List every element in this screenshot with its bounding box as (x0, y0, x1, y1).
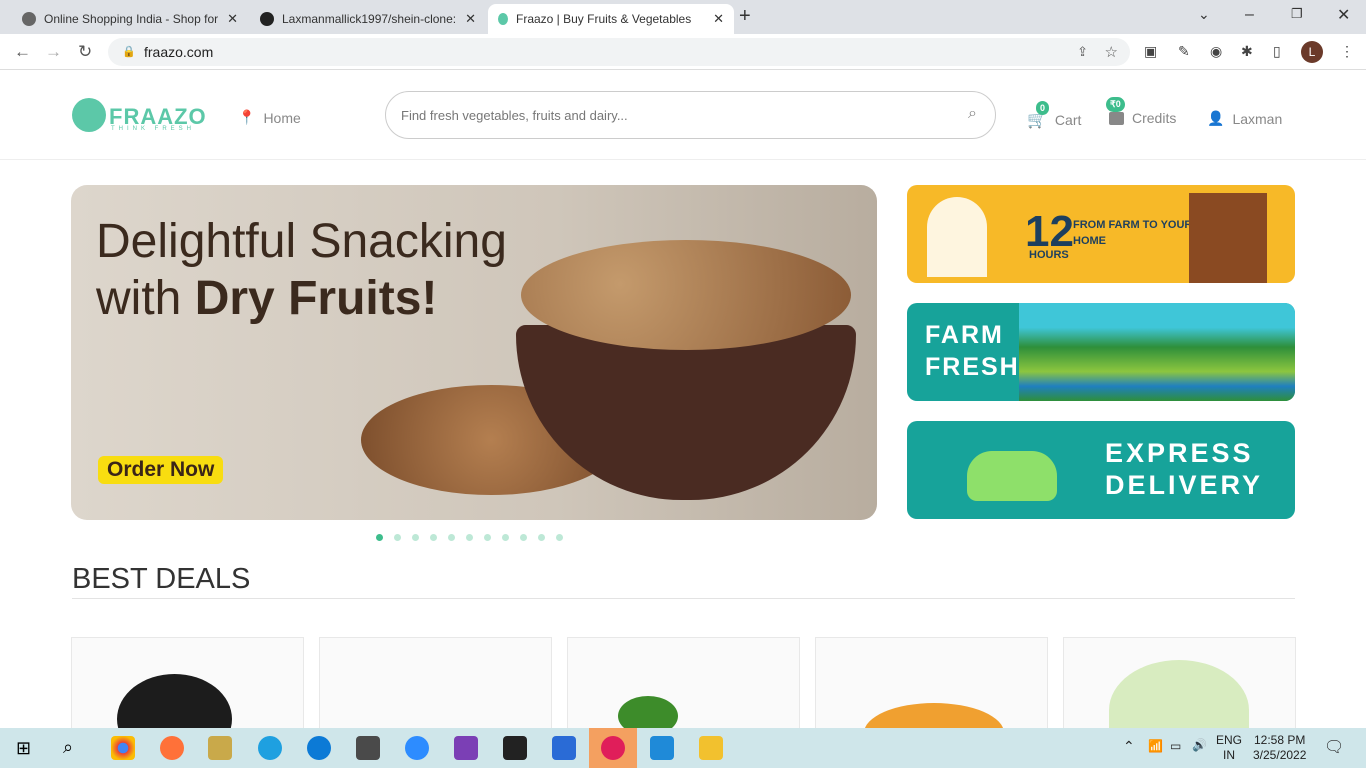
carousel-dot[interactable] (430, 534, 437, 541)
banner-12-hours[interactable]: 12 HOURS FROM FARM TO YOUR HOME (907, 185, 1295, 283)
farmer-illustration (927, 197, 987, 277)
cart-button[interactable]: 🛒 Cart 0 (1027, 101, 1081, 130)
tab-search-icon[interactable]: ⌄ (1198, 6, 1210, 23)
user-account-button[interactable]: 👤 Laxman (1207, 110, 1282, 127)
search-input[interactable]: Find fresh vegetables, fruits and dairy.… (385, 91, 996, 139)
carousel-dot[interactable] (502, 534, 509, 541)
restore-button[interactable]: ❐ (1291, 6, 1303, 22)
farm-illustration (1019, 303, 1295, 401)
back-button[interactable]: ← (14, 42, 31, 62)
fraazo-favicon-icon (498, 13, 508, 25)
divider (72, 598, 1295, 599)
product-card[interactable] (319, 637, 552, 737)
profile-avatar[interactable]: L (1301, 41, 1323, 63)
zoom-icon[interactable] (405, 736, 429, 760)
reload-button[interactable]: ↻ (78, 42, 92, 62)
map-pin-icon: 📍 (238, 109, 256, 125)
carousel-dot[interactable] (556, 534, 563, 541)
edge-icon[interactable] (307, 736, 331, 760)
user-icon: 👤 (1207, 110, 1225, 126)
windows-start-icon[interactable]: ⊞ (16, 738, 31, 759)
carousel-dot[interactable] (376, 534, 383, 541)
logo-icon (72, 98, 106, 132)
wallet-icon (1109, 111, 1124, 125)
carousel-dot[interactable] (412, 534, 419, 541)
pen-extension-icon[interactable]: ✎ (1178, 43, 1190, 60)
github-icon (260, 12, 274, 26)
share-icon[interactable]: ⇪ (1077, 44, 1088, 60)
battery-icon[interactable]: ▭ (1170, 739, 1181, 753)
tab-github[interactable]: Laxmanmallick1997/shein-clone: ✕ (250, 4, 486, 34)
tab-strip: Online Shopping India - Shop for ✕ Laxman… (0, 0, 1366, 34)
door-illustration (1189, 193, 1267, 283)
close-tab-icon[interactable]: ✕ (465, 11, 476, 27)
lock-icon: 🔒 (122, 46, 136, 58)
vscode-icon[interactable] (650, 736, 674, 760)
firefox-icon[interactable] (160, 736, 184, 760)
address-bar-row: ← → ↻ 🔒 fraazo.com ⇪ ☆ ▣ ✎ ◉ ✱ ▯ L ⋮ (0, 34, 1366, 70)
chrome-icon[interactable] (111, 736, 135, 760)
hero-banner[interactable]: Delightful Snacking with Dry Fruits! Orde… (71, 185, 877, 520)
selenium-extension-icon[interactable]: ▣ (1144, 43, 1157, 60)
language-indicator[interactable]: ENG IN (1216, 733, 1242, 763)
order-now-button[interactable]: Order Now (98, 456, 224, 484)
file-explorer-icon[interactable] (699, 736, 723, 760)
url-input[interactable]: 🔒 fraazo.com ⇪ ☆ (108, 38, 1130, 66)
record-extension-icon[interactable]: ◉ (1210, 43, 1222, 60)
scooter-illustration (967, 451, 1057, 501)
windows-taskbar: ⊞ ⌕ ⌃ 📶 ▭ 🔊 ENG IN 12:58 PM 3/25/2022 🗨 (0, 728, 1366, 768)
slack-icon (601, 736, 625, 760)
credits-button[interactable]: Credits ₹0 (1106, 97, 1176, 126)
close-tab-icon[interactable]: ✕ (227, 11, 238, 27)
notifications-icon[interactable]: 🗨 (1324, 737, 1344, 757)
extensions-puzzle-icon[interactable]: ✱ (1241, 43, 1253, 60)
tab-online-shopping[interactable]: Online Shopping India - Shop for ✕ (12, 4, 248, 34)
carousel-dots (376, 534, 563, 541)
forward-button[interactable]: → (45, 42, 62, 62)
location-selector[interactable]: 📍 Home (238, 109, 301, 126)
dry-fruits-image (521, 240, 851, 350)
menu-icon[interactable]: ⋮ (1340, 43, 1354, 60)
banner-express-delivery[interactable]: EXPRESS DELIVERY (907, 421, 1295, 519)
product-card[interactable] (71, 637, 304, 764)
wifi-icon[interactable]: 📶 (1148, 739, 1163, 753)
new-tab-button[interactable]: + (739, 5, 751, 28)
carousel-dot[interactable] (394, 534, 401, 541)
mail-app-icon[interactable] (503, 736, 527, 760)
bookmark-star-icon[interactable]: ☆ (1105, 43, 1118, 61)
search-icon[interactable]: ⌕ (968, 105, 977, 123)
slack-taskbar-button[interactable] (589, 728, 637, 768)
cart-count-badge: 0 (1036, 101, 1050, 115)
visual-studio-icon[interactable] (454, 736, 478, 760)
carousel-dot[interactable] (538, 534, 545, 541)
carousel-dot[interactable] (520, 534, 527, 541)
product-card[interactable] (1063, 637, 1296, 760)
show-hidden-icons[interactable]: ⌃ (1123, 738, 1135, 755)
product-card[interactable] (815, 637, 1048, 763)
tab-fraazo[interactable]: Fraazo | Buy Fruits & Vegetables ✕ (488, 4, 734, 34)
carousel-dot[interactable] (448, 534, 455, 541)
volume-icon[interactable]: 🔊 (1192, 738, 1207, 752)
internet-explorer-icon[interactable] (258, 736, 282, 760)
sublime-text-icon[interactable] (356, 736, 380, 760)
carousel-dot[interactable] (484, 534, 491, 541)
product-card[interactable] (567, 637, 800, 737)
remote-desktop-icon[interactable] (552, 736, 576, 760)
side-panel-icon[interactable]: ▯ (1273, 43, 1281, 60)
search-icon[interactable]: ⌕ (63, 737, 73, 758)
tools-app-icon[interactable] (208, 736, 232, 760)
hero-heading: Delightful Snacking with Dry Fruits! (96, 215, 507, 325)
carousel-dot[interactable] (466, 534, 473, 541)
section-title: BEST DEALS (72, 563, 251, 595)
minimize-button[interactable]: – (1245, 6, 1254, 24)
globe-icon (22, 12, 36, 26)
banner-farm-fresh[interactable]: FARM FRESH (907, 303, 1295, 401)
credits-badge: ₹0 (1106, 97, 1125, 112)
close-window-button[interactable]: ✕ (1337, 5, 1350, 25)
clock[interactable]: 12:58 PM 3/25/2022 (1253, 733, 1306, 763)
close-tab-icon[interactable]: ✕ (713, 11, 724, 27)
